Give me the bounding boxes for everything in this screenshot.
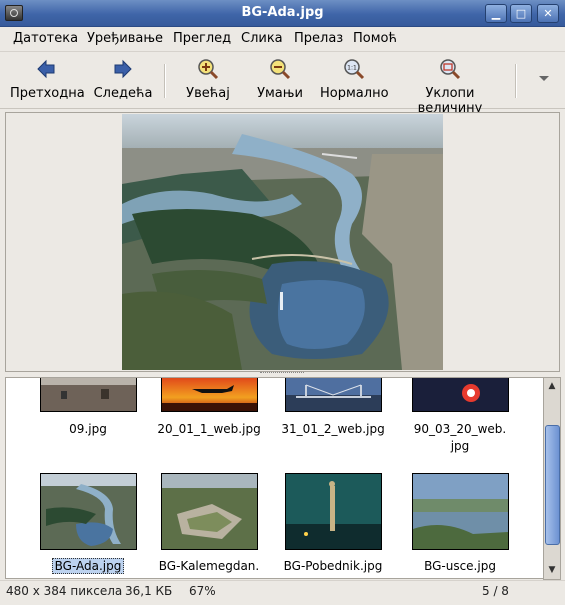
toolbar-overflow-icon[interactable] bbox=[539, 76, 549, 81]
arrow-left-icon bbox=[37, 59, 55, 79]
selected-caption[interactable]: BG-Ada.jpg bbox=[51, 558, 125, 574]
zoom-fit-icon bbox=[440, 59, 461, 80]
thumbnail-caption[interactable]: BG-Ada.jpg bbox=[23, 558, 153, 575]
previous-button[interactable]: Претходна bbox=[10, 58, 85, 101]
thumbnail-caption[interactable]: 90_03_20_web. jpg bbox=[395, 421, 525, 455]
zoom-normal-icon-text: 1:1 bbox=[347, 65, 357, 72]
thumbnail-31-01-2-web[interactable] bbox=[285, 377, 382, 412]
normal-size-button[interactable]: 1:1 Нормално bbox=[320, 58, 389, 101]
menu-bar: Датотека Уређивање Преглед Слика Прелаз … bbox=[0, 27, 565, 52]
menu-go[interactable]: Прелаз bbox=[294, 31, 343, 46]
maximize-button[interactable]: □ bbox=[510, 4, 532, 23]
image-dimensions: 480 x 384 пиксела bbox=[6, 584, 123, 598]
thumbnail-90-03-20-web[interactable] bbox=[412, 377, 509, 412]
window-title: BG-Ada.jpg bbox=[241, 5, 324, 20]
toolbar-separator bbox=[164, 64, 166, 98]
gallery-scrollbar[interactable]: ▲ ▼ bbox=[543, 377, 561, 580]
thumbnail-caption[interactable]: BG-usce.jpg bbox=[395, 558, 525, 575]
zoom-out-button[interactable]: Умањи bbox=[252, 58, 308, 101]
normal-size-label: Нормално bbox=[320, 86, 389, 101]
thumbnail-bg-ada[interactable] bbox=[40, 473, 137, 550]
title-bar: BG-Ada.jpg ▁ □ ✕ bbox=[0, 0, 565, 27]
thumbnail-bg-kalemegdan[interactable] bbox=[161, 473, 258, 550]
arrow-right-icon bbox=[114, 59, 132, 79]
thumbnail-09[interactable] bbox=[40, 377, 137, 412]
thumbnail-gallery[interactable]: 09.jpg 20_01_1_web.jpg 31_01_2_web.jpg 9… bbox=[5, 377, 544, 579]
thumbnail-bg-pobednik[interactable] bbox=[285, 473, 382, 550]
zoom-in-icon bbox=[198, 59, 219, 80]
thumbnail-caption[interactable]: 31_01_2_web.jpg bbox=[268, 421, 398, 438]
image-file-size: 36,1 КБ bbox=[125, 584, 173, 598]
scroll-down-icon[interactable]: ▼ bbox=[544, 562, 560, 578]
toolbar: Претходна Следећа Увећај Умањи 1:1 Норма… bbox=[0, 52, 565, 116]
main-image bbox=[122, 114, 443, 370]
scroll-thumb[interactable] bbox=[545, 425, 560, 545]
zoom-in-label: Увећај bbox=[186, 86, 230, 101]
menu-image[interactable]: Слика bbox=[241, 31, 283, 46]
thumbnail-caption[interactable]: BG-Kalemegdan. bbox=[144, 558, 274, 575]
next-button[interactable]: Следећа bbox=[92, 58, 154, 101]
thumbnail-caption[interactable]: BG-Pobednik.jpg bbox=[268, 558, 398, 575]
thumbnail-caption[interactable]: 20_01_1_web.jpg bbox=[144, 421, 274, 438]
scroll-up-icon[interactable]: ▲ bbox=[544, 378, 560, 394]
fit-size-button[interactable]: Уклопи величину bbox=[394, 58, 506, 116]
menu-edit[interactable]: Уређивање bbox=[87, 31, 163, 46]
menu-help[interactable]: Помоћ bbox=[353, 31, 397, 46]
zoom-in-button[interactable]: Увећај bbox=[180, 58, 236, 101]
next-label: Следећа bbox=[93, 86, 153, 101]
thumbnail-bg-usce[interactable] bbox=[412, 473, 509, 550]
zoom-out-label: Умањи bbox=[257, 86, 303, 101]
zoom-normal-icon: 1:1 bbox=[344, 59, 365, 80]
image-position: 5 / 8 bbox=[482, 584, 509, 598]
close-button[interactable]: ✕ bbox=[537, 4, 559, 23]
zoom-level: 67% bbox=[189, 584, 216, 598]
toolbar-separator bbox=[515, 64, 517, 98]
minimize-button[interactable]: ▁ bbox=[485, 4, 507, 23]
status-bar: 480 x 384 пиксела 36,1 КБ 67% 5 / 8 bbox=[0, 580, 565, 605]
thumbnail-20-01-1-web[interactable] bbox=[161, 377, 258, 412]
image-viewer[interactable] bbox=[5, 112, 560, 372]
previous-label: Претходна bbox=[10, 86, 85, 101]
thumbnail-caption[interactable]: 09.jpg bbox=[23, 421, 153, 438]
menu-file[interactable]: Датотека bbox=[13, 31, 78, 46]
zoom-out-icon bbox=[270, 59, 291, 80]
menu-view[interactable]: Преглед bbox=[173, 31, 231, 46]
